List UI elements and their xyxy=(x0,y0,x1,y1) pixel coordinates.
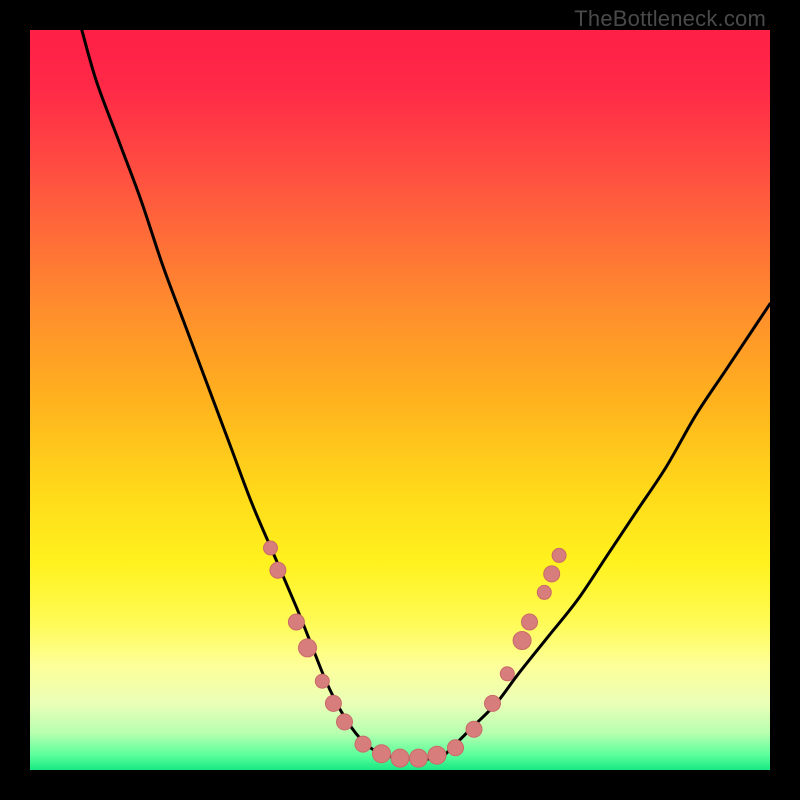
data-marker xyxy=(513,632,531,650)
curve-layer xyxy=(30,30,770,770)
data-marker xyxy=(544,566,560,582)
chart-frame: TheBottleneck.com xyxy=(0,0,800,800)
data-marker xyxy=(337,714,353,730)
data-marker xyxy=(552,548,566,562)
bottleneck-curve xyxy=(82,30,770,759)
data-marker xyxy=(270,562,286,578)
data-marker xyxy=(500,667,514,681)
data-marker xyxy=(355,736,371,752)
data-marker xyxy=(428,746,446,764)
data-marker xyxy=(537,585,551,599)
plot-area xyxy=(30,30,770,770)
data-markers xyxy=(264,541,567,767)
data-marker xyxy=(299,639,317,657)
data-marker xyxy=(485,695,501,711)
data-marker xyxy=(466,721,482,737)
data-marker xyxy=(373,745,391,763)
watermark-text: TheBottleneck.com xyxy=(574,6,766,32)
data-marker xyxy=(410,749,428,767)
data-marker xyxy=(325,695,341,711)
data-marker xyxy=(315,674,329,688)
data-marker xyxy=(522,614,538,630)
data-marker xyxy=(448,740,464,756)
valley-curve xyxy=(82,30,770,759)
data-marker xyxy=(264,541,278,555)
data-marker xyxy=(391,749,409,767)
data-marker xyxy=(288,614,304,630)
